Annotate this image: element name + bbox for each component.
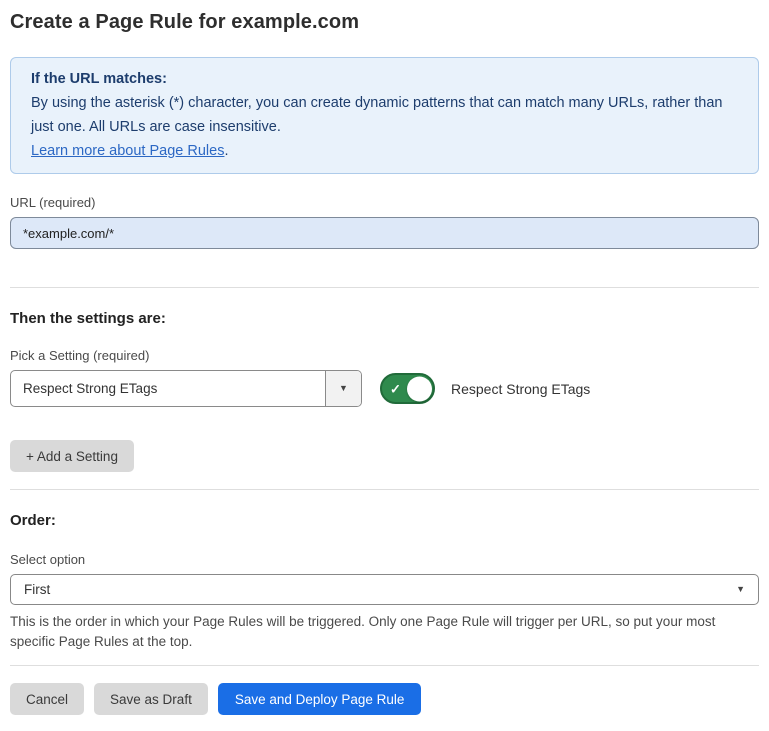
info-link-line: Learn more about Page Rules. [31,139,738,163]
order-select-label: Select option [10,552,759,568]
create-page-rule-form: Create a Page Rule for example.com If th… [0,0,769,731]
settings-section-heading: Then the settings are: [10,309,759,329]
chevron-down-icon: ▼ [736,585,745,594]
pick-setting-label: Pick a Setting (required) [10,348,759,364]
order-select-value: First [24,582,736,597]
page-title: Create a Page Rule for example.com [10,8,759,36]
footer-button-row: Cancel Save as Draft Save and Deploy Pag… [10,683,759,715]
toggle-label: Respect Strong ETags [451,381,590,397]
respect-strong-etags-toggle[interactable]: ✓ [380,373,435,404]
url-input[interactable] [10,217,759,249]
save-as-draft-button[interactable]: Save as Draft [94,683,208,715]
save-and-deploy-button[interactable]: Save and Deploy Page Rule [218,683,422,715]
toggle-knob [407,376,432,401]
order-help-text: This is the order in which your Page Rul… [10,612,755,652]
link-suffix: . [224,143,228,159]
footer-divider [10,665,759,666]
setting-select-value: Respect Strong ETags [11,371,325,406]
setting-toggle-group: ✓ Respect Strong ETags [380,373,590,404]
check-icon: ✓ [390,382,401,395]
url-match-info-callout: If the URL matches: By using the asteris… [10,57,759,174]
chevron-down-icon: ▼ [339,384,348,393]
section-divider [10,489,759,490]
setting-select[interactable]: Respect Strong ETags ▼ [10,370,362,407]
setting-select-arrow-button[interactable]: ▼ [325,371,361,406]
section-divider [10,287,759,288]
order-select[interactable]: First ▼ [10,574,759,605]
learn-more-link[interactable]: Learn more about Page Rules [31,143,224,159]
setting-row: Respect Strong ETags ▼ ✓ Respect Strong … [10,370,759,407]
cancel-button[interactable]: Cancel [10,683,84,715]
order-section-heading: Order: [10,511,759,531]
url-field-label: URL (required) [10,195,759,211]
info-body-text: By using the asterisk (*) character, you… [31,91,738,139]
add-setting-button[interactable]: + Add a Setting [10,440,134,472]
info-heading: If the URL matches: [31,67,738,91]
